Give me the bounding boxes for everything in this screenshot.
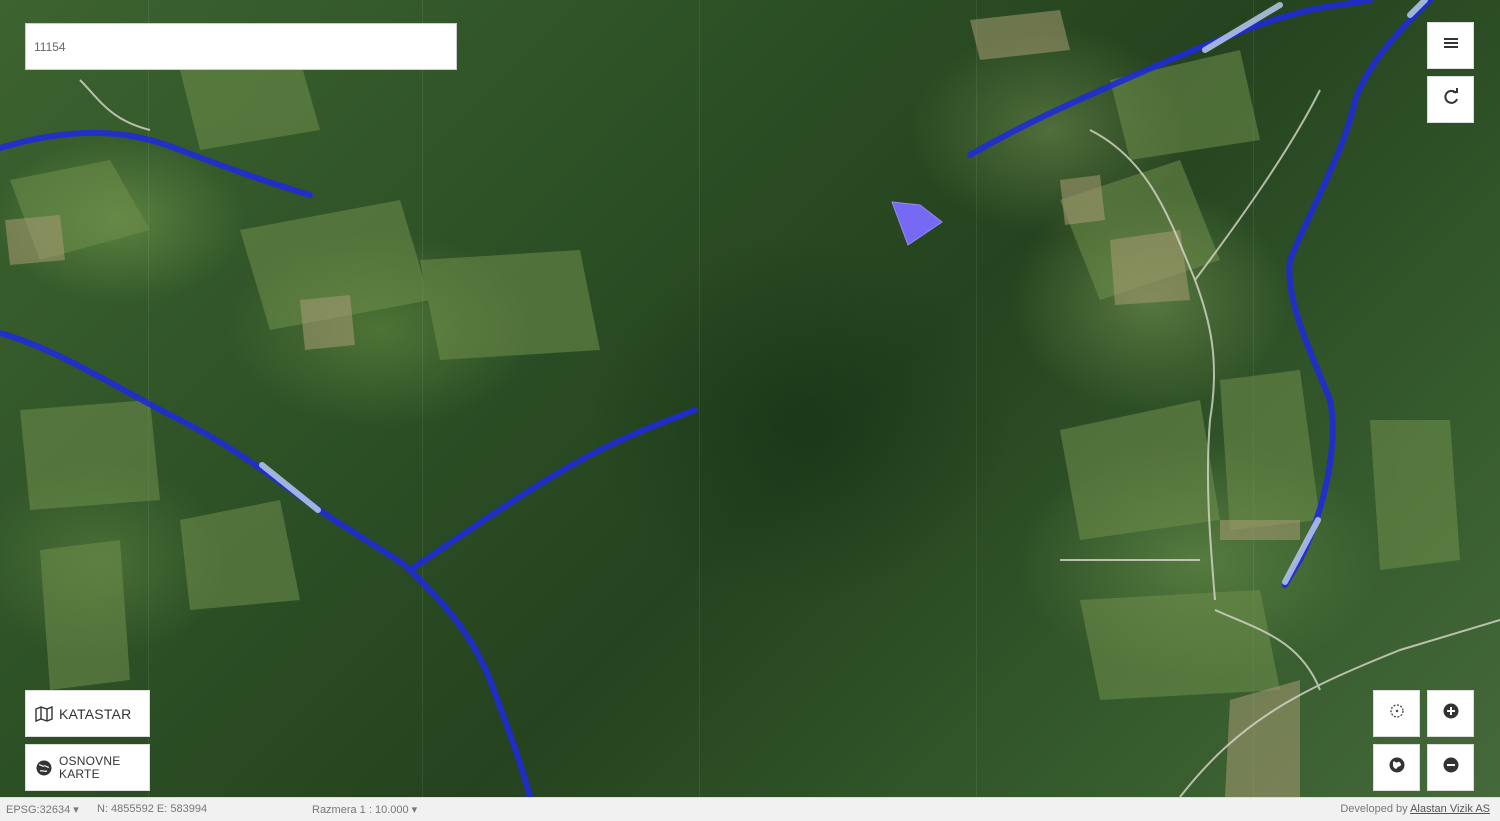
field-patch	[1370, 420, 1460, 570]
selected-parcel	[891, 201, 943, 246]
field-patch	[1110, 50, 1260, 160]
scale-select[interactable]: Razmera 1 : 10.000 ▾	[312, 803, 417, 816]
field-patch	[970, 10, 1070, 60]
river	[407, 407, 698, 573]
menu-button[interactable]	[1427, 22, 1474, 69]
refresh-button[interactable]	[1427, 76, 1474, 123]
field-patch	[40, 540, 130, 690]
field-patch	[180, 500, 300, 610]
field-patch	[1060, 400, 1220, 540]
zoom-in-button[interactable]	[1427, 690, 1474, 737]
refresh-icon	[1442, 88, 1460, 111]
globe-layers-icon	[35, 759, 53, 777]
field-patch	[1220, 370, 1320, 530]
developer-link[interactable]: Alastan Vizik AS	[1410, 803, 1490, 815]
hamburger-icon	[1443, 36, 1459, 55]
field-patch	[1060, 175, 1105, 225]
developer-credit-prefix: Developed by	[1340, 803, 1408, 815]
satellite-map[interactable]	[0, 0, 1500, 797]
field-patch	[180, 60, 320, 150]
plus-icon	[1442, 702, 1460, 725]
field-patch	[20, 400, 160, 510]
locate-button[interactable]	[1373, 690, 1420, 737]
road	[79, 79, 151, 131]
field-patch	[1080, 590, 1280, 700]
search-input[interactable]	[26, 24, 456, 69]
katastar-button[interactable]: KATASTAR	[25, 690, 150, 737]
search-box[interactable]	[25, 23, 457, 70]
status-bar: EPSG:32634 ▾ N: 4855592 E: 583994 Razmer…	[0, 797, 1500, 821]
coordinates-readout: N: 4855592 E: 583994	[97, 803, 208, 815]
crosshair-icon	[1388, 702, 1406, 725]
river-highlight	[1202, 2, 1283, 53]
osnovne-karte-label: OSNOVNE KARTE	[59, 753, 121, 781]
zoom-out-button[interactable]	[1427, 744, 1474, 791]
field-patch	[5, 215, 65, 265]
map-icon	[35, 705, 53, 722]
globe-icon	[1388, 756, 1406, 779]
minus-icon	[1442, 756, 1460, 779]
katastar-label: KATASTAR	[59, 705, 132, 722]
osnovne-karte-button[interactable]: OSNOVNE KARTE	[25, 744, 150, 791]
developer-credit: Developed by Alastan Vizik AS	[1340, 803, 1490, 815]
field-patch	[1220, 520, 1300, 540]
map-overlay	[0, 0, 1500, 797]
field-patch	[300, 295, 355, 350]
globe-button[interactable]	[1373, 744, 1420, 791]
field-patch	[420, 250, 600, 360]
projection-select[interactable]: EPSG:32634 ▾	[6, 803, 79, 816]
